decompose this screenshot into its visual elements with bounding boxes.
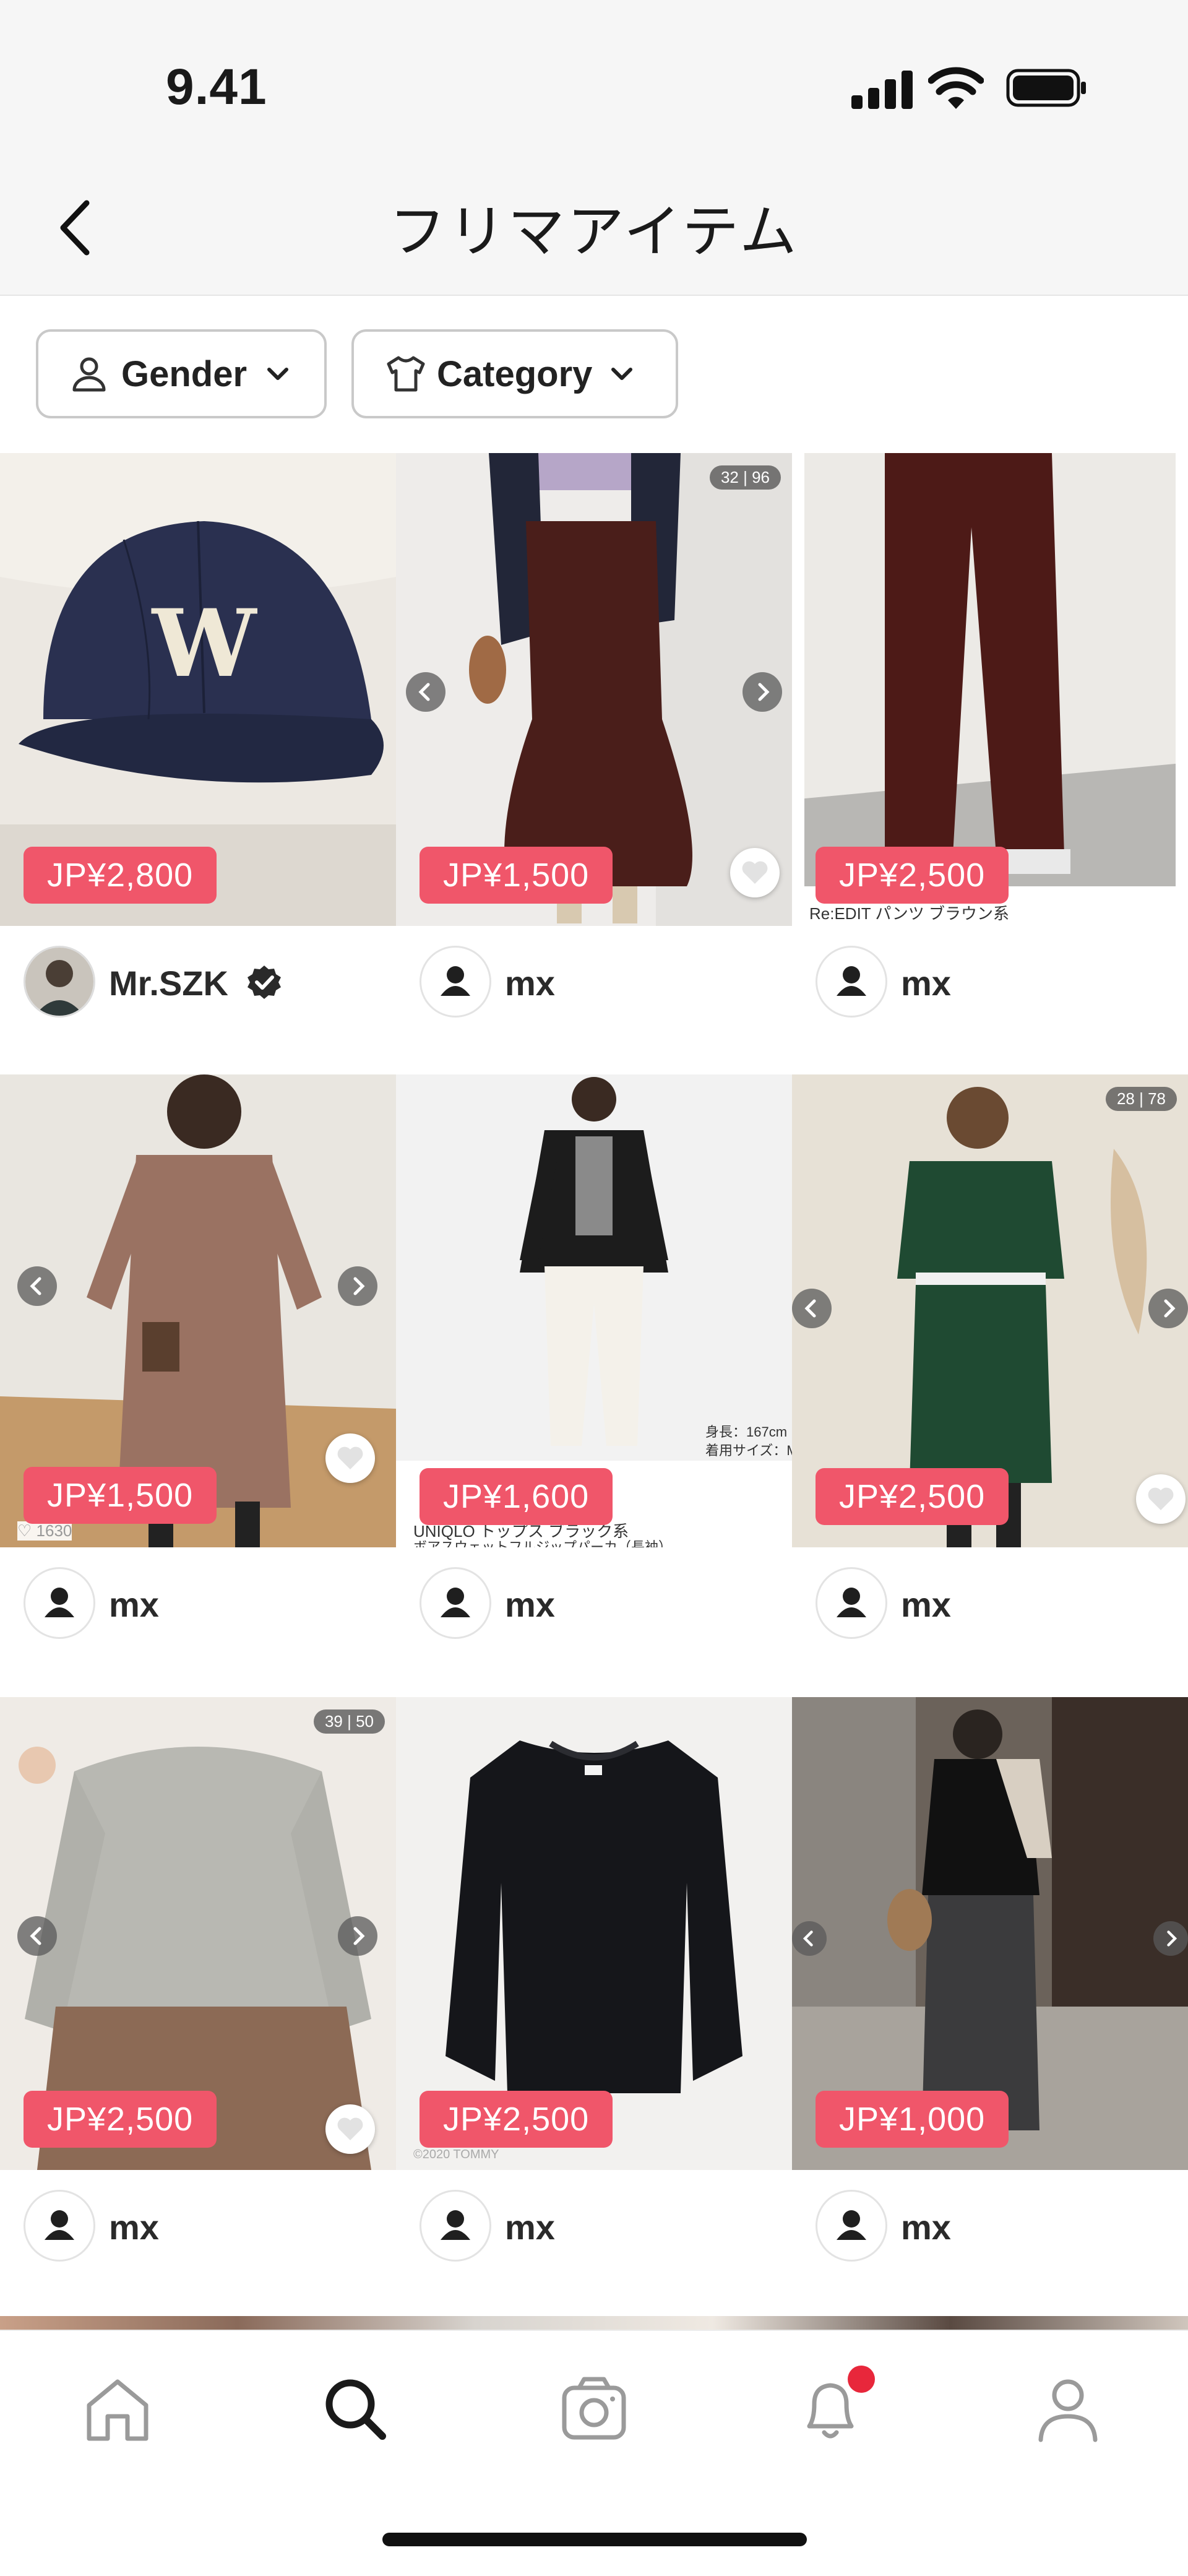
- default-avatar-icon[interactable]: [24, 1567, 95, 1639]
- default-avatar-icon[interactable]: [420, 1567, 491, 1639]
- favorite-heart-icon[interactable]: [325, 2104, 375, 2154]
- search-icon[interactable]: [318, 2372, 392, 2446]
- next-image-arrow-icon[interactable]: [1148, 1289, 1188, 1328]
- default-avatar-icon[interactable]: [420, 2190, 491, 2262]
- shirt-icon: [387, 356, 425, 392]
- notification-dot: [848, 2366, 875, 2393]
- chevron-down-icon: [611, 368, 633, 380]
- next-image-arrow-icon[interactable]: [1153, 1921, 1188, 1956]
- svg-text:W: W: [151, 589, 258, 698]
- product-card[interactable]: W JP¥2,800 Mr.SZK: [0, 453, 396, 1072]
- seller-name[interactable]: mx: [901, 1584, 951, 1625]
- product-card[interactable]: 39 | 50 JP¥2,500 mx: [0, 1697, 396, 2316]
- battery-icon: [1006, 69, 1086, 107]
- default-avatar-icon[interactable]: [816, 946, 887, 1018]
- prev-image-arrow-icon[interactable]: [792, 1921, 827, 1956]
- chevron-down-icon: [267, 368, 289, 380]
- item-subcaption: ボアスウェットフルジップパーカ（長袖）: [413, 1539, 673, 1547]
- seller-name[interactable]: mx: [505, 2207, 555, 2247]
- seller-name[interactable]: mx: [505, 963, 555, 1003]
- next-image-arrow-icon[interactable]: [338, 1266, 377, 1306]
- home-indicator: [382, 2533, 807, 2546]
- product-card[interactable]: 32 | 96 JP¥1,500 mx: [396, 453, 792, 1072]
- category-filter-label: Category: [437, 353, 593, 394]
- price-badge: JP¥2,500: [420, 2091, 613, 2148]
- product-card[interactable]: JP¥1,000 mx: [792, 1697, 1188, 2316]
- seller-name[interactable]: mx: [505, 1584, 555, 1625]
- image-counter: 39 | 50: [313, 1709, 385, 1734]
- product-card[interactable]: 身長：167cm 着用サイズ：M UNIQLO トップス ブラック系 ボアスウェ…: [396, 1074, 792, 1693]
- product-card[interactable]: ♡ 1630 JP¥1,500 mx: [0, 1074, 396, 1693]
- price-badge: JP¥2,500: [816, 1468, 1009, 1525]
- avatar[interactable]: [24, 946, 95, 1018]
- default-avatar-icon[interactable]: [24, 2190, 95, 2262]
- profile-icon[interactable]: [1031, 2372, 1105, 2446]
- camera-icon[interactable]: [557, 2372, 631, 2446]
- price-badge: JP¥1,600: [420, 1468, 613, 1525]
- person-outline-icon: [72, 357, 106, 392]
- seller-name[interactable]: mx: [109, 1584, 159, 1625]
- price-badge: JP¥1,500: [24, 1467, 217, 1524]
- favorite-heart-icon[interactable]: [1136, 1474, 1186, 1524]
- next-image-arrow-icon[interactable]: [742, 672, 782, 712]
- favorite-heart-icon[interactable]: [730, 848, 780, 897]
- price-badge: JP¥1,500: [420, 847, 613, 904]
- prev-image-arrow-icon[interactable]: [17, 1916, 57, 1956]
- gender-filter-button[interactable]: Gender: [36, 329, 327, 418]
- gender-filter-label: Gender: [121, 353, 248, 394]
- price-badge: JP¥2,500: [816, 847, 1009, 904]
- wifi-icon: [928, 67, 984, 109]
- prev-image-arrow-icon[interactable]: [17, 1266, 57, 1306]
- page-title: フリマアイテム: [389, 201, 799, 264]
- seller-name[interactable]: mx: [901, 2207, 951, 2247]
- status-time: 9.41: [166, 59, 267, 115]
- price-badge: JP¥2,500: [24, 2091, 217, 2148]
- likes-caption: ♡ 1630: [17, 1521, 72, 1541]
- copyright-caption: ©2020 TOMMY: [413, 2148, 499, 2161]
- prev-image-arrow-icon[interactable]: [406, 672, 446, 712]
- seller-name[interactable]: mx: [109, 2207, 159, 2247]
- default-avatar-icon[interactable]: [816, 1567, 887, 1639]
- home-icon[interactable]: [80, 2372, 155, 2446]
- default-avatar-icon[interactable]: [420, 946, 491, 1018]
- seller-name[interactable]: Mr.SZK: [109, 963, 228, 1003]
- favorite-heart-icon[interactable]: [325, 1433, 375, 1483]
- image-counter: 32 | 96: [709, 465, 781, 490]
- next-image-arrow-icon[interactable]: [338, 1916, 377, 1956]
- product-card[interactable]: ©2020 TOMMY JP¥2,500 mx: [396, 1697, 792, 2316]
- cellular-signal-icon: [851, 69, 913, 109]
- item-caption: Re:EDIT パンツ ブラウン系: [809, 904, 1009, 923]
- seller-name[interactable]: mx: [901, 963, 951, 1003]
- product-card[interactable]: Re:EDIT パンツ ブラウン系 JP¥2,500 mx: [792, 453, 1188, 1072]
- size-note: 着用サイズ：M: [705, 1443, 792, 1458]
- top-header: 9.41 フリマアイテム: [0, 0, 1188, 296]
- default-avatar-icon[interactable]: [816, 2190, 887, 2262]
- height-note: 身長：167cm: [705, 1424, 788, 1440]
- verified-badge-icon: [248, 966, 281, 999]
- prev-image-arrow-icon[interactable]: [792, 1289, 832, 1328]
- next-row-peek: [0, 2316, 1188, 2330]
- image-counter: 28 | 78: [1105, 1087, 1177, 1111]
- product-card[interactable]: 28 | 78 JP¥2,500 mx: [792, 1074, 1188, 1693]
- price-badge: JP¥1,000: [816, 2091, 1009, 2148]
- category-filter-button[interactable]: Category: [351, 329, 678, 418]
- price-badge: JP¥2,800: [24, 847, 217, 904]
